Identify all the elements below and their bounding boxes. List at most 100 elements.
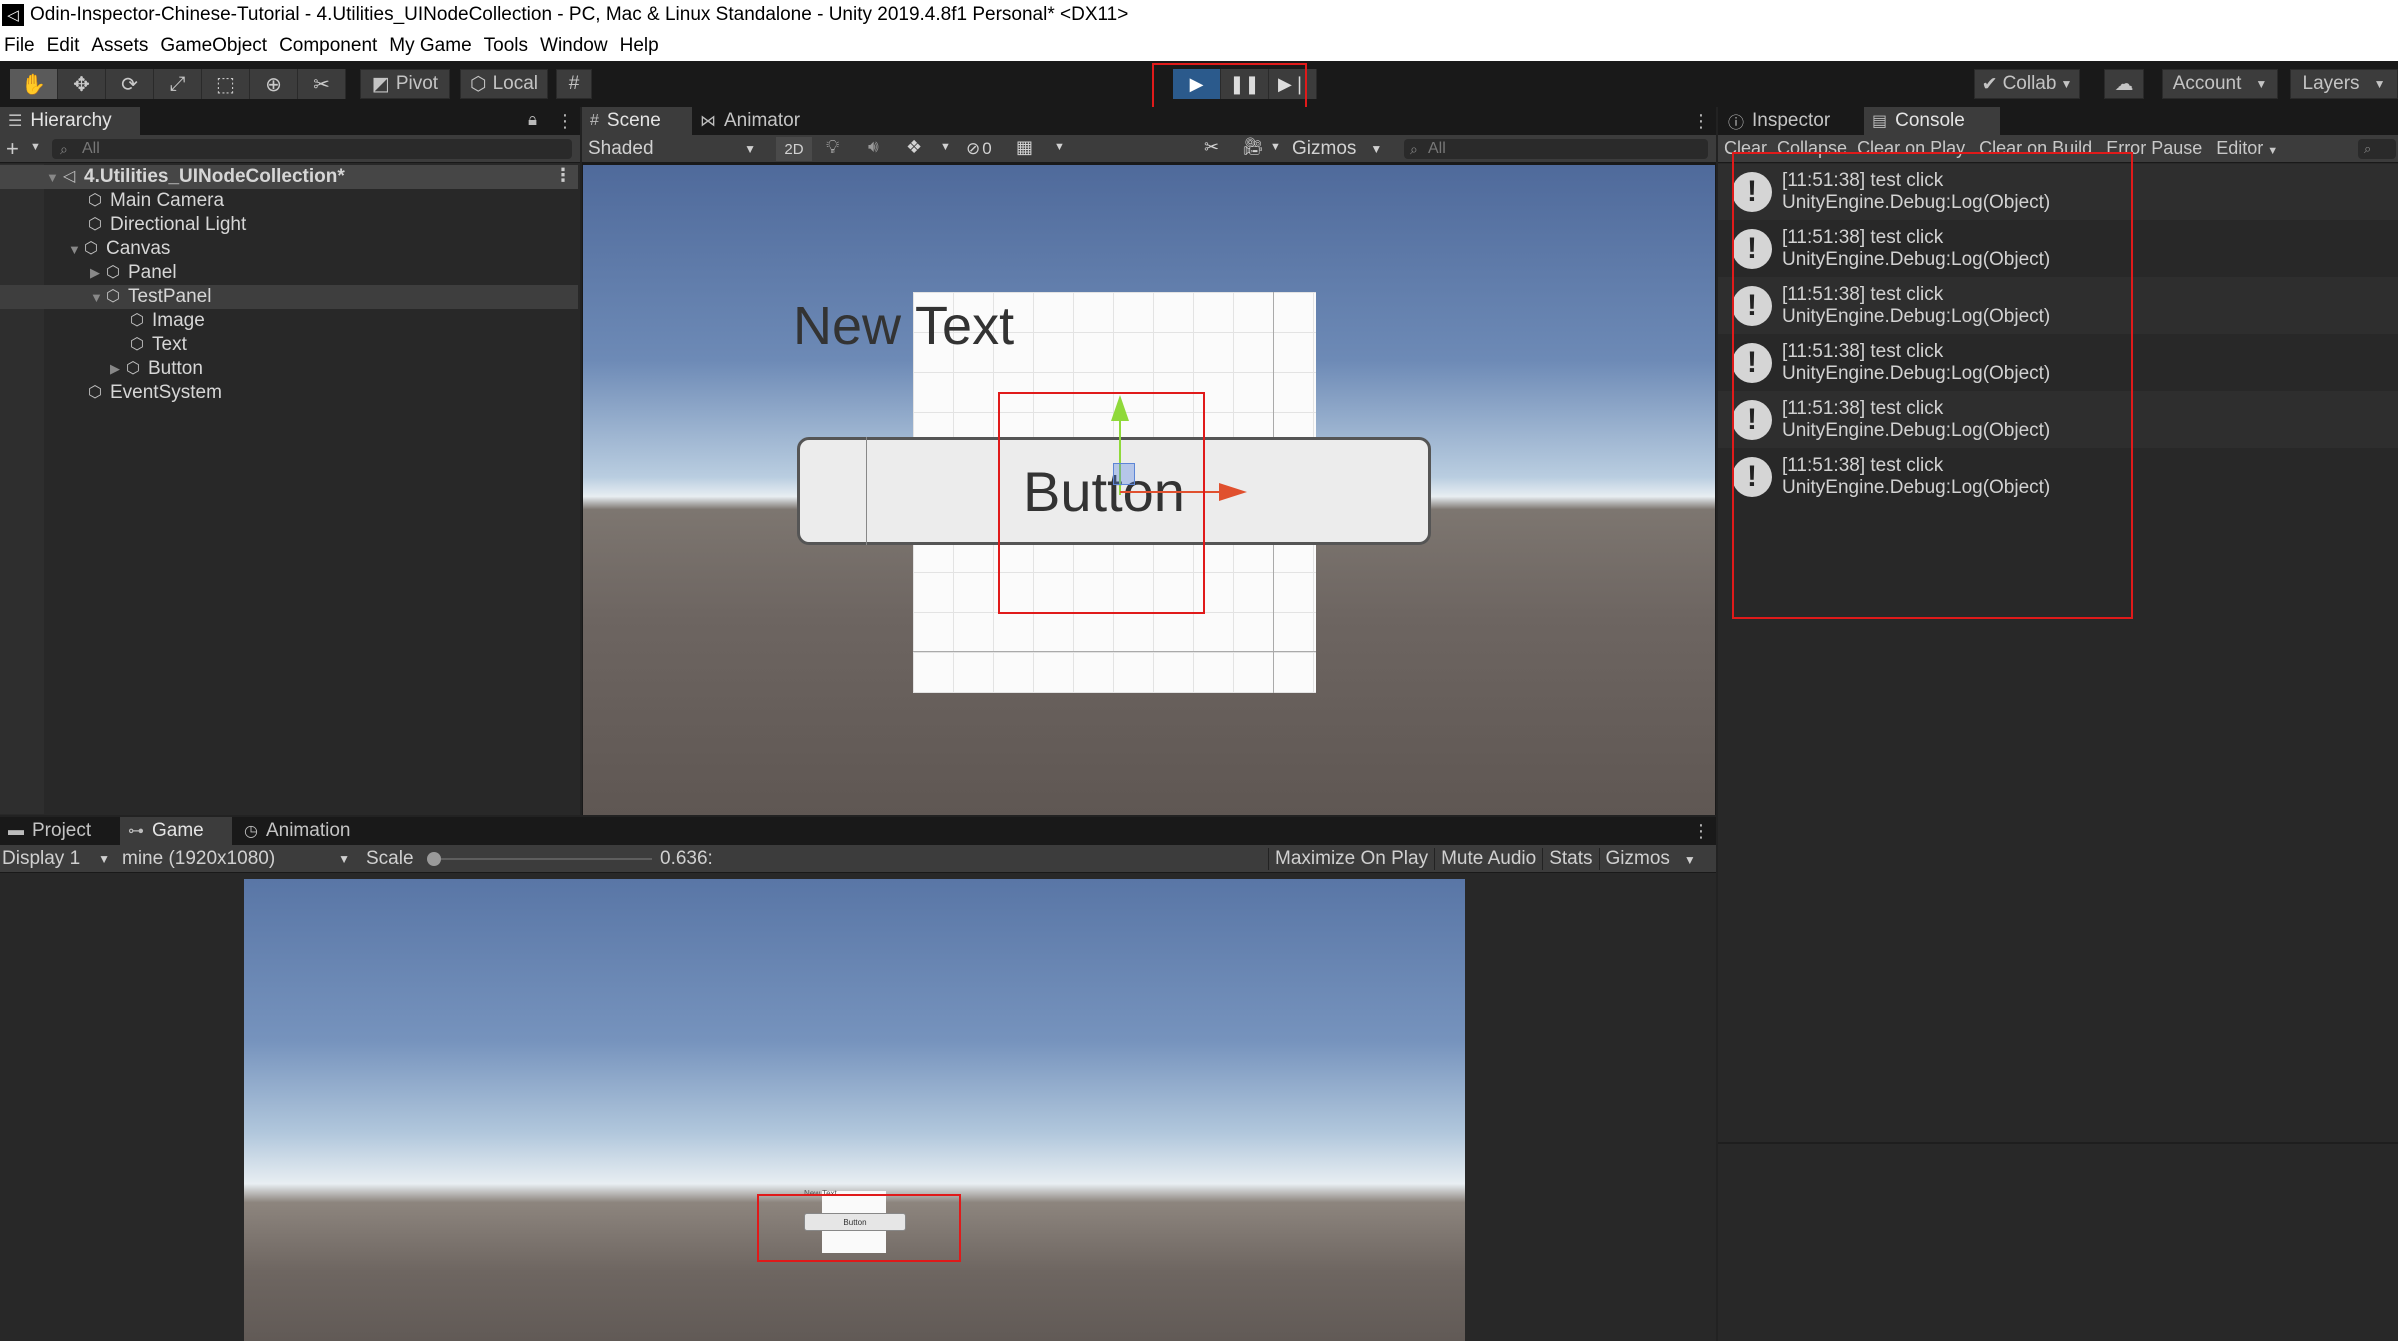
expand-arrow-icon[interactable]: ▼ bbox=[68, 242, 82, 257]
menu-my-game[interactable]: My Game bbox=[385, 35, 479, 57]
hierarchy-menu-icon[interactable]: ⋮ bbox=[556, 111, 574, 132]
scale-value: 0.636: bbox=[660, 848, 713, 869]
local-button[interactable]: ⬡ Local bbox=[460, 69, 548, 99]
pivot-button[interactable]: ◩ Pivot bbox=[360, 69, 450, 99]
audio-toggle-icon[interactable]: 🔊︎ bbox=[868, 137, 879, 157]
menu-bar: File Edit Assets GameObject Component My… bbox=[0, 30, 2398, 61]
tab-game[interactable]: ⊶ Game bbox=[120, 817, 232, 845]
scale-label: Scale bbox=[366, 848, 414, 869]
scale-tool-icon[interactable]: ⤢ bbox=[154, 69, 202, 99]
scale-slider-thumb[interactable] bbox=[427, 852, 442, 866]
hierarchy-item-main-camera[interactable]: ⬡ Main Camera bbox=[0, 189, 578, 213]
cloud-icon[interactable]: ☁ bbox=[2104, 69, 2144, 99]
hierarchy-tree: ▼ ◁ 4.Utilities_UINodeCollection* ⋮ ⬡ Mai… bbox=[0, 164, 580, 814]
highlight-console-logs bbox=[1732, 152, 2133, 619]
lighting-toggle-icon[interactable]: 💡︎ bbox=[826, 137, 839, 159]
game-gizmos-dropdown[interactable]: Gizmos ▼ bbox=[1598, 848, 1702, 870]
local-icon: ⬡ bbox=[469, 73, 487, 95]
hierarchy-item-panel[interactable]: ▶ ⬡ Panel bbox=[0, 261, 578, 285]
collapse-arrow-icon[interactable]: ▶ bbox=[110, 361, 124, 377]
unity-logo-icon: ◁ bbox=[2, 4, 24, 26]
custom-tool-icon[interactable]: ✂ bbox=[298, 69, 346, 99]
hand-tool-icon[interactable]: ✋ bbox=[10, 69, 58, 99]
console-search-icon[interactable]: ⌕ bbox=[2358, 139, 2396, 159]
menu-tools[interactable]: Tools bbox=[480, 35, 536, 57]
menu-window[interactable]: Window bbox=[536, 35, 616, 57]
scale-slider-track[interactable] bbox=[432, 858, 652, 860]
game-tabstrip: ▬ Project ⊶ Game ◷ Animation ⋮ bbox=[0, 817, 1716, 845]
menu-edit[interactable]: Edit bbox=[43, 35, 88, 57]
camera-icon[interactable]: 🎥︎ bbox=[1242, 137, 1264, 157]
scene-viewport[interactable]: New Text Button bbox=[583, 165, 1715, 815]
lock-icon[interactable]: 🔒︎ bbox=[528, 110, 537, 130]
grid-snap-icon[interactable]: # bbox=[556, 69, 592, 99]
stats-toggle[interactable]: Stats bbox=[1542, 848, 1598, 870]
transform-tools: ✋ ✥ ⟳ ⤢ ⬚ ⊕ ✂ bbox=[10, 69, 346, 99]
expand-arrow-icon[interactable]: ▼ bbox=[90, 290, 104, 305]
layers-dropdown[interactable]: Layers ▼ bbox=[2290, 69, 2398, 99]
hierarchy-item-image[interactable]: ⬡ Image bbox=[0, 309, 578, 333]
effects-toggle-icon[interactable]: ❖ bbox=[906, 137, 922, 158]
account-dropdown[interactable]: Account ▼ bbox=[2162, 69, 2278, 99]
scene-tools-icon[interactable]: ✂ bbox=[1204, 137, 1219, 158]
scene-root-row[interactable]: ▼ ◁ 4.Utilities_UINodeCollection* ⋮ bbox=[0, 165, 578, 189]
menu-file[interactable]: File bbox=[0, 35, 43, 57]
list-icon: ☰ bbox=[8, 113, 23, 130]
transform-tool-icon[interactable]: ⊕ bbox=[250, 69, 298, 99]
tab-animator[interactable]: ⋈ Animator bbox=[692, 107, 832, 135]
collab-button[interactable]: ✔ Collab ▼ bbox=[1974, 69, 2080, 99]
menu-help[interactable]: Help bbox=[616, 35, 667, 57]
hierarchy-item-canvas[interactable]: ▼ ⬡ Canvas bbox=[0, 237, 578, 261]
hierarchy-tabstrip: ☰ Hierarchy 🔒︎ ⋮ bbox=[0, 107, 580, 135]
eye-hidden-icon: ⊘ bbox=[966, 139, 981, 158]
add-icon[interactable]: + bbox=[6, 136, 19, 162]
clock-icon: ◷ bbox=[244, 823, 258, 840]
grid-dropdown-icon[interactable]: ▼ bbox=[1054, 141, 1065, 153]
scene-new-text[interactable]: New Text bbox=[793, 295, 1014, 357]
scene-grid-icon: # bbox=[590, 112, 599, 129]
tab-inspector[interactable]: ⓘ Inspector bbox=[1718, 107, 1858, 135]
display-dropdown[interactable]: Display 1 ▼ bbox=[2, 847, 114, 871]
rect-tool-icon[interactable]: ⬚ bbox=[202, 69, 250, 99]
hierarchy-item-button[interactable]: ▶ ⬡ Button bbox=[0, 357, 578, 381]
tab-project[interactable]: ▬ Project bbox=[0, 817, 118, 845]
mute-audio-toggle[interactable]: Mute Audio bbox=[1434, 848, 1542, 870]
tab-console[interactable]: ▤ Console bbox=[1864, 107, 2000, 135]
hierarchy-item-directional-light[interactable]: ⬡ Directional Light bbox=[0, 213, 578, 237]
grid-toggle-icon[interactable]: ▦ bbox=[1016, 137, 1033, 158]
hidden-objects-toggle[interactable]: ⊘ 0 bbox=[966, 137, 992, 161]
game-viewport[interactable]: New Text Button bbox=[244, 879, 1465, 1341]
move-tool-icon[interactable]: ✥ bbox=[58, 69, 106, 99]
toggle-2d-button[interactable]: 2D bbox=[776, 137, 812, 161]
console-split-divider[interactable] bbox=[1718, 1142, 2398, 1144]
tab-animation[interactable]: ◷ Animation bbox=[236, 817, 376, 845]
game-menu-icon[interactable]: ⋮ bbox=[1692, 821, 1710, 842]
effects-dropdown-icon[interactable]: ▼ bbox=[940, 141, 951, 153]
scene-search-input[interactable]: ⌕ All bbox=[1404, 139, 1708, 159]
console-editor-dropdown[interactable]: Editor ▼ bbox=[2216, 138, 2282, 159]
gameobject-cube-icon: ⬡ bbox=[88, 192, 102, 209]
expand-arrow-icon[interactable]: ▼ bbox=[46, 170, 60, 185]
console-icon: ▤ bbox=[1872, 113, 1888, 130]
rotate-tool-icon[interactable]: ⟳ bbox=[106, 69, 154, 99]
maximize-on-play-toggle[interactable]: Maximize On Play bbox=[1268, 848, 1434, 870]
scene-menu-icon[interactable]: ⋮ bbox=[1692, 111, 1710, 132]
tab-scene[interactable]: # Scene bbox=[582, 107, 692, 135]
add-dropdown-icon[interactable]: ▼ bbox=[30, 141, 41, 153]
menu-assets[interactable]: Assets bbox=[87, 35, 156, 57]
scene-tabstrip: # Scene ⋈ Animator ⋮ bbox=[582, 107, 1716, 135]
gizmos-dropdown[interactable]: Gizmos ▼ bbox=[1292, 137, 1382, 161]
tab-hierarchy[interactable]: ☰ Hierarchy bbox=[0, 107, 140, 135]
menu-component[interactable]: Component bbox=[275, 35, 385, 57]
hierarchy-search-input[interactable]: ⌕ All bbox=[52, 139, 572, 159]
hierarchy-item-testpanel[interactable]: ▼ ⬡ TestPanel bbox=[0, 285, 578, 309]
hierarchy-item-eventsystem[interactable]: ⬡ EventSystem bbox=[0, 381, 578, 405]
shading-mode-dropdown[interactable]: Shaded ▼ bbox=[586, 137, 762, 161]
gizmo-x-arrow-icon[interactable] bbox=[1219, 483, 1247, 501]
scene-menu-icon[interactable]: ⋮ bbox=[554, 165, 572, 186]
camera-dropdown-icon[interactable]: ▼ bbox=[1270, 141, 1281, 153]
resolution-dropdown[interactable]: mine (1920x1080) ▼ bbox=[122, 847, 354, 871]
menu-gameobject[interactable]: GameObject bbox=[156, 35, 275, 57]
hierarchy-item-text[interactable]: ⬡ Text bbox=[0, 333, 578, 357]
collapse-arrow-icon[interactable]: ▶ bbox=[90, 265, 104, 281]
